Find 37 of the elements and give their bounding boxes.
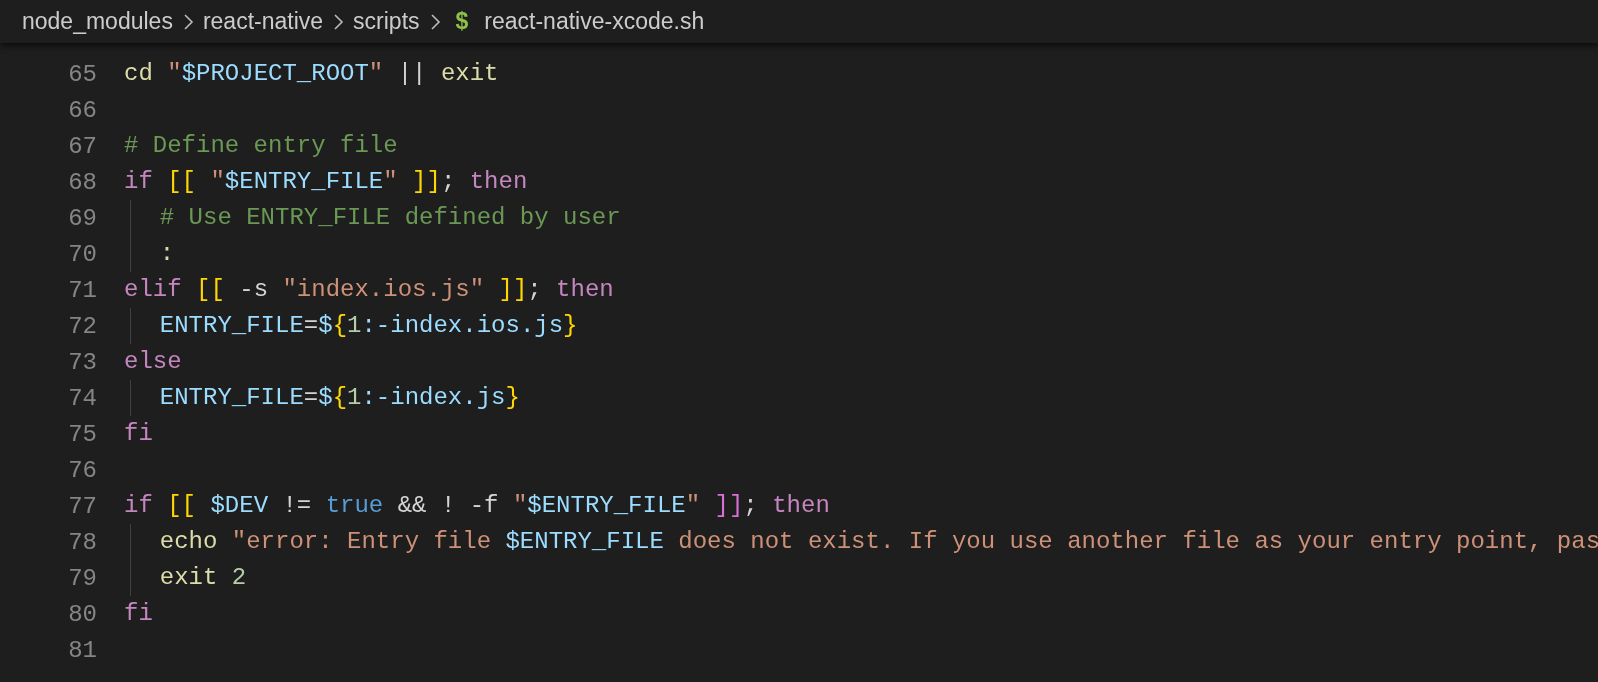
line-number: 76 bbox=[67, 456, 98, 484]
code-line: # Define entry file bbox=[124, 131, 398, 161]
code-line: if [[ $DEV != true && ! -f "$ENTRY_FILE" ]]; then bbox=[124, 491, 830, 521]
line-number: 74 bbox=[67, 384, 98, 412]
line-number: 65 bbox=[67, 60, 98, 88]
line-number: 78 bbox=[67, 528, 98, 556]
code-line: exit 2 bbox=[130, 560, 247, 596]
line-number: 70 bbox=[67, 240, 98, 268]
line-number: 69 bbox=[67, 204, 98, 232]
line-number: 72 bbox=[67, 312, 98, 340]
code-line: fi bbox=[124, 419, 153, 449]
line-number: 68 bbox=[67, 168, 98, 196]
line-number: 81 bbox=[67, 636, 98, 664]
code-line: elif [[ -s "index.ios.js" ]]; then bbox=[124, 275, 614, 305]
line-number: 71 bbox=[67, 276, 98, 304]
line-number: 77 bbox=[67, 492, 98, 520]
line-number: 66 bbox=[67, 96, 98, 124]
breadcrumb-item[interactable]: react-native-xcode.sh bbox=[484, 8, 705, 35]
code-line: ENTRY_FILE=${1:-index.ios.js} bbox=[130, 308, 578, 344]
code-line: : bbox=[130, 236, 175, 272]
line-number: 79 bbox=[67, 564, 98, 592]
code-line: echo "error: Entry file $ENTRY_FILE does not exist. If you use another file as your entry point, pas bbox=[130, 524, 1598, 560]
code-line: fi bbox=[124, 599, 153, 629]
file-type-icon: $ bbox=[455, 8, 469, 35]
chevron-icon bbox=[331, 11, 346, 32]
line-number: 75 bbox=[67, 420, 98, 448]
breadcrumb-item[interactable]: node_modules bbox=[22, 8, 173, 35]
code-line: ENTRY_FILE=${1:-index.js} bbox=[130, 380, 520, 416]
code-line: if [[ "$ENTRY_FILE" ]]; then bbox=[124, 167, 528, 197]
code-line: cd "$PROJECT_ROOT" || exit bbox=[124, 59, 499, 89]
breadcrumb-item[interactable]: react-native bbox=[202, 8, 324, 35]
line-number: 80 bbox=[67, 600, 98, 628]
code-line: # Use ENTRY_FILE defined by user bbox=[130, 200, 621, 236]
code-line: else bbox=[124, 347, 182, 377]
line-number: 73 bbox=[67, 348, 98, 376]
line-number: 67 bbox=[67, 132, 98, 160]
breadcrumb-item[interactable]: scripts bbox=[353, 8, 420, 35]
